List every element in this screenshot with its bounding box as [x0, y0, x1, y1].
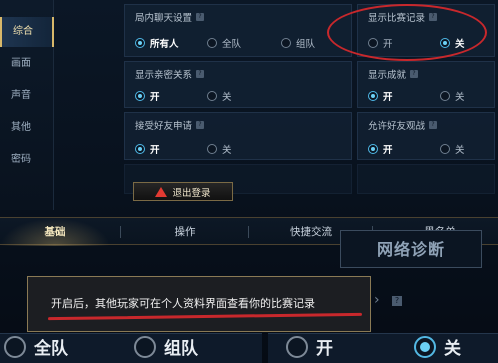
radio-button-icon: [368, 91, 378, 101]
radio-friend-requests-on[interactable]: 开: [135, 142, 160, 156]
radio-friend-requests-off[interactable]: 关: [207, 142, 232, 156]
radio-label: 全队: [222, 39, 242, 50]
radio-label: 关: [222, 145, 232, 156]
radio-button-icon: [134, 335, 156, 358]
tab-divider: [120, 226, 121, 238]
radio-on[interactable]: 开: [286, 334, 333, 359]
logout-label: 退出登录: [172, 187, 211, 199]
radio-label: 组队: [296, 39, 316, 50]
radio-label: 全队: [34, 339, 68, 359]
sidebar-item-graphics[interactable]: 画面: [0, 49, 54, 79]
radio-off[interactable]: 关: [414, 334, 461, 359]
radio-button-icon: [414, 335, 436, 358]
radio-team[interactable]: 全队: [4, 334, 68, 359]
radio-party[interactable]: 组队: [134, 334, 198, 359]
radio-label: 关: [444, 339, 461, 359]
radio-button-icon: [4, 335, 26, 358]
radio-button-icon: [135, 144, 145, 154]
tab-basic[interactable]: 基础: [0, 218, 110, 246]
panel-faded-partial: [357, 164, 495, 194]
radio-label: 开: [383, 92, 393, 103]
panel-title: 显示成就: [368, 70, 407, 81]
radio-spectate-off[interactable]: 关: [440, 142, 465, 156]
radio-intimacy-off[interactable]: 关: [207, 89, 232, 103]
tooltip: 开启后，其他玩家可在个人资料界面查看你的比赛记录: [27, 276, 371, 332]
help-icon[interactable]: ?: [392, 296, 402, 306]
network-diagnosis-button[interactable]: 网络诊断: [340, 230, 482, 268]
sidebar-item-sound[interactable]: 声音: [0, 81, 54, 111]
help-icon[interactable]: ?: [410, 70, 419, 78]
tab-controls[interactable]: 操作: [130, 218, 240, 246]
help-icon[interactable]: ?: [429, 121, 438, 129]
radio-achievements-on[interactable]: 开: [368, 89, 393, 103]
panel-title: 局内聊天设置: [135, 13, 193, 24]
radio-label: 组队: [164, 339, 198, 359]
panel-accept-friend-requests: 接受好友申请 ? 开 关: [124, 112, 352, 160]
radio-button-icon: [135, 91, 145, 101]
chevron-right-icon: ›: [374, 292, 380, 308]
radio-label: 关: [455, 92, 465, 103]
warning-icon: [155, 186, 168, 197]
help-icon[interactable]: ?: [196, 13, 205, 21]
radio-chat-team[interactable]: 全队: [207, 36, 241, 50]
panel-allow-friend-spectate: 允许好友观战 ? 开 关: [357, 112, 495, 160]
settings-sidebar: 综合 画面 声音 其他 密码: [0, 0, 54, 210]
radio-button-icon: [440, 91, 450, 101]
radio-button-icon: [207, 144, 217, 154]
radio-intimacy-on[interactable]: 开: [135, 89, 160, 103]
panel-show-intimacy: 显示亲密关系 ? 开 关: [124, 61, 352, 108]
sidebar-item-password[interactable]: 密码: [0, 145, 54, 175]
radio-button-icon: [368, 144, 378, 154]
tab-divider: [248, 226, 249, 238]
panel-title: 允许好友观战: [368, 121, 426, 132]
radio-chat-everyone[interactable]: 所有人: [135, 36, 179, 50]
radio-label: 开: [150, 92, 160, 103]
radio-chat-party[interactable]: 组队: [281, 36, 315, 50]
radio-label: 所有人: [150, 39, 179, 50]
panel-in-game-chat: 局内聊天设置 ? 所有人 全队 组队: [124, 4, 352, 57]
radio-button-icon: [286, 335, 308, 358]
panel-title: 接受好友申请: [135, 121, 193, 132]
help-icon[interactable]: ?: [196, 70, 205, 78]
tooltip-text: 开启后，其他玩家可在个人资料界面查看你的比赛记录: [51, 297, 315, 310]
radio-button-icon: [135, 38, 145, 48]
radio-button-icon: [281, 38, 291, 48]
radio-label: 关: [222, 92, 232, 103]
radio-label: 开: [316, 339, 333, 359]
settings-screen: { "sidebar": { "items": [ {"label": "综合"…: [0, 0, 498, 363]
sidebar-item-other[interactable]: 其他: [0, 113, 54, 143]
radio-spectate-on[interactable]: 开: [368, 142, 393, 156]
radio-achievements-off[interactable]: 关: [440, 89, 465, 103]
radio-label: 关: [455, 145, 465, 156]
highlight-underline: [47, 312, 363, 321]
panel-show-achievements: 显示成就 ? 开 关: [357, 61, 495, 108]
sidebar-item-general[interactable]: 综合: [0, 17, 54, 47]
radio-button-icon: [207, 91, 217, 101]
radio-button-icon: [440, 144, 450, 154]
radio-label: 开: [383, 145, 393, 156]
help-icon[interactable]: ?: [196, 121, 205, 129]
radio-button-icon: [207, 38, 217, 48]
radio-label: 开: [150, 145, 160, 156]
panel-title: 显示亲密关系: [135, 70, 193, 81]
highlight-ellipse: [327, 4, 487, 61]
logout-button[interactable]: 退出登录: [133, 182, 233, 201]
